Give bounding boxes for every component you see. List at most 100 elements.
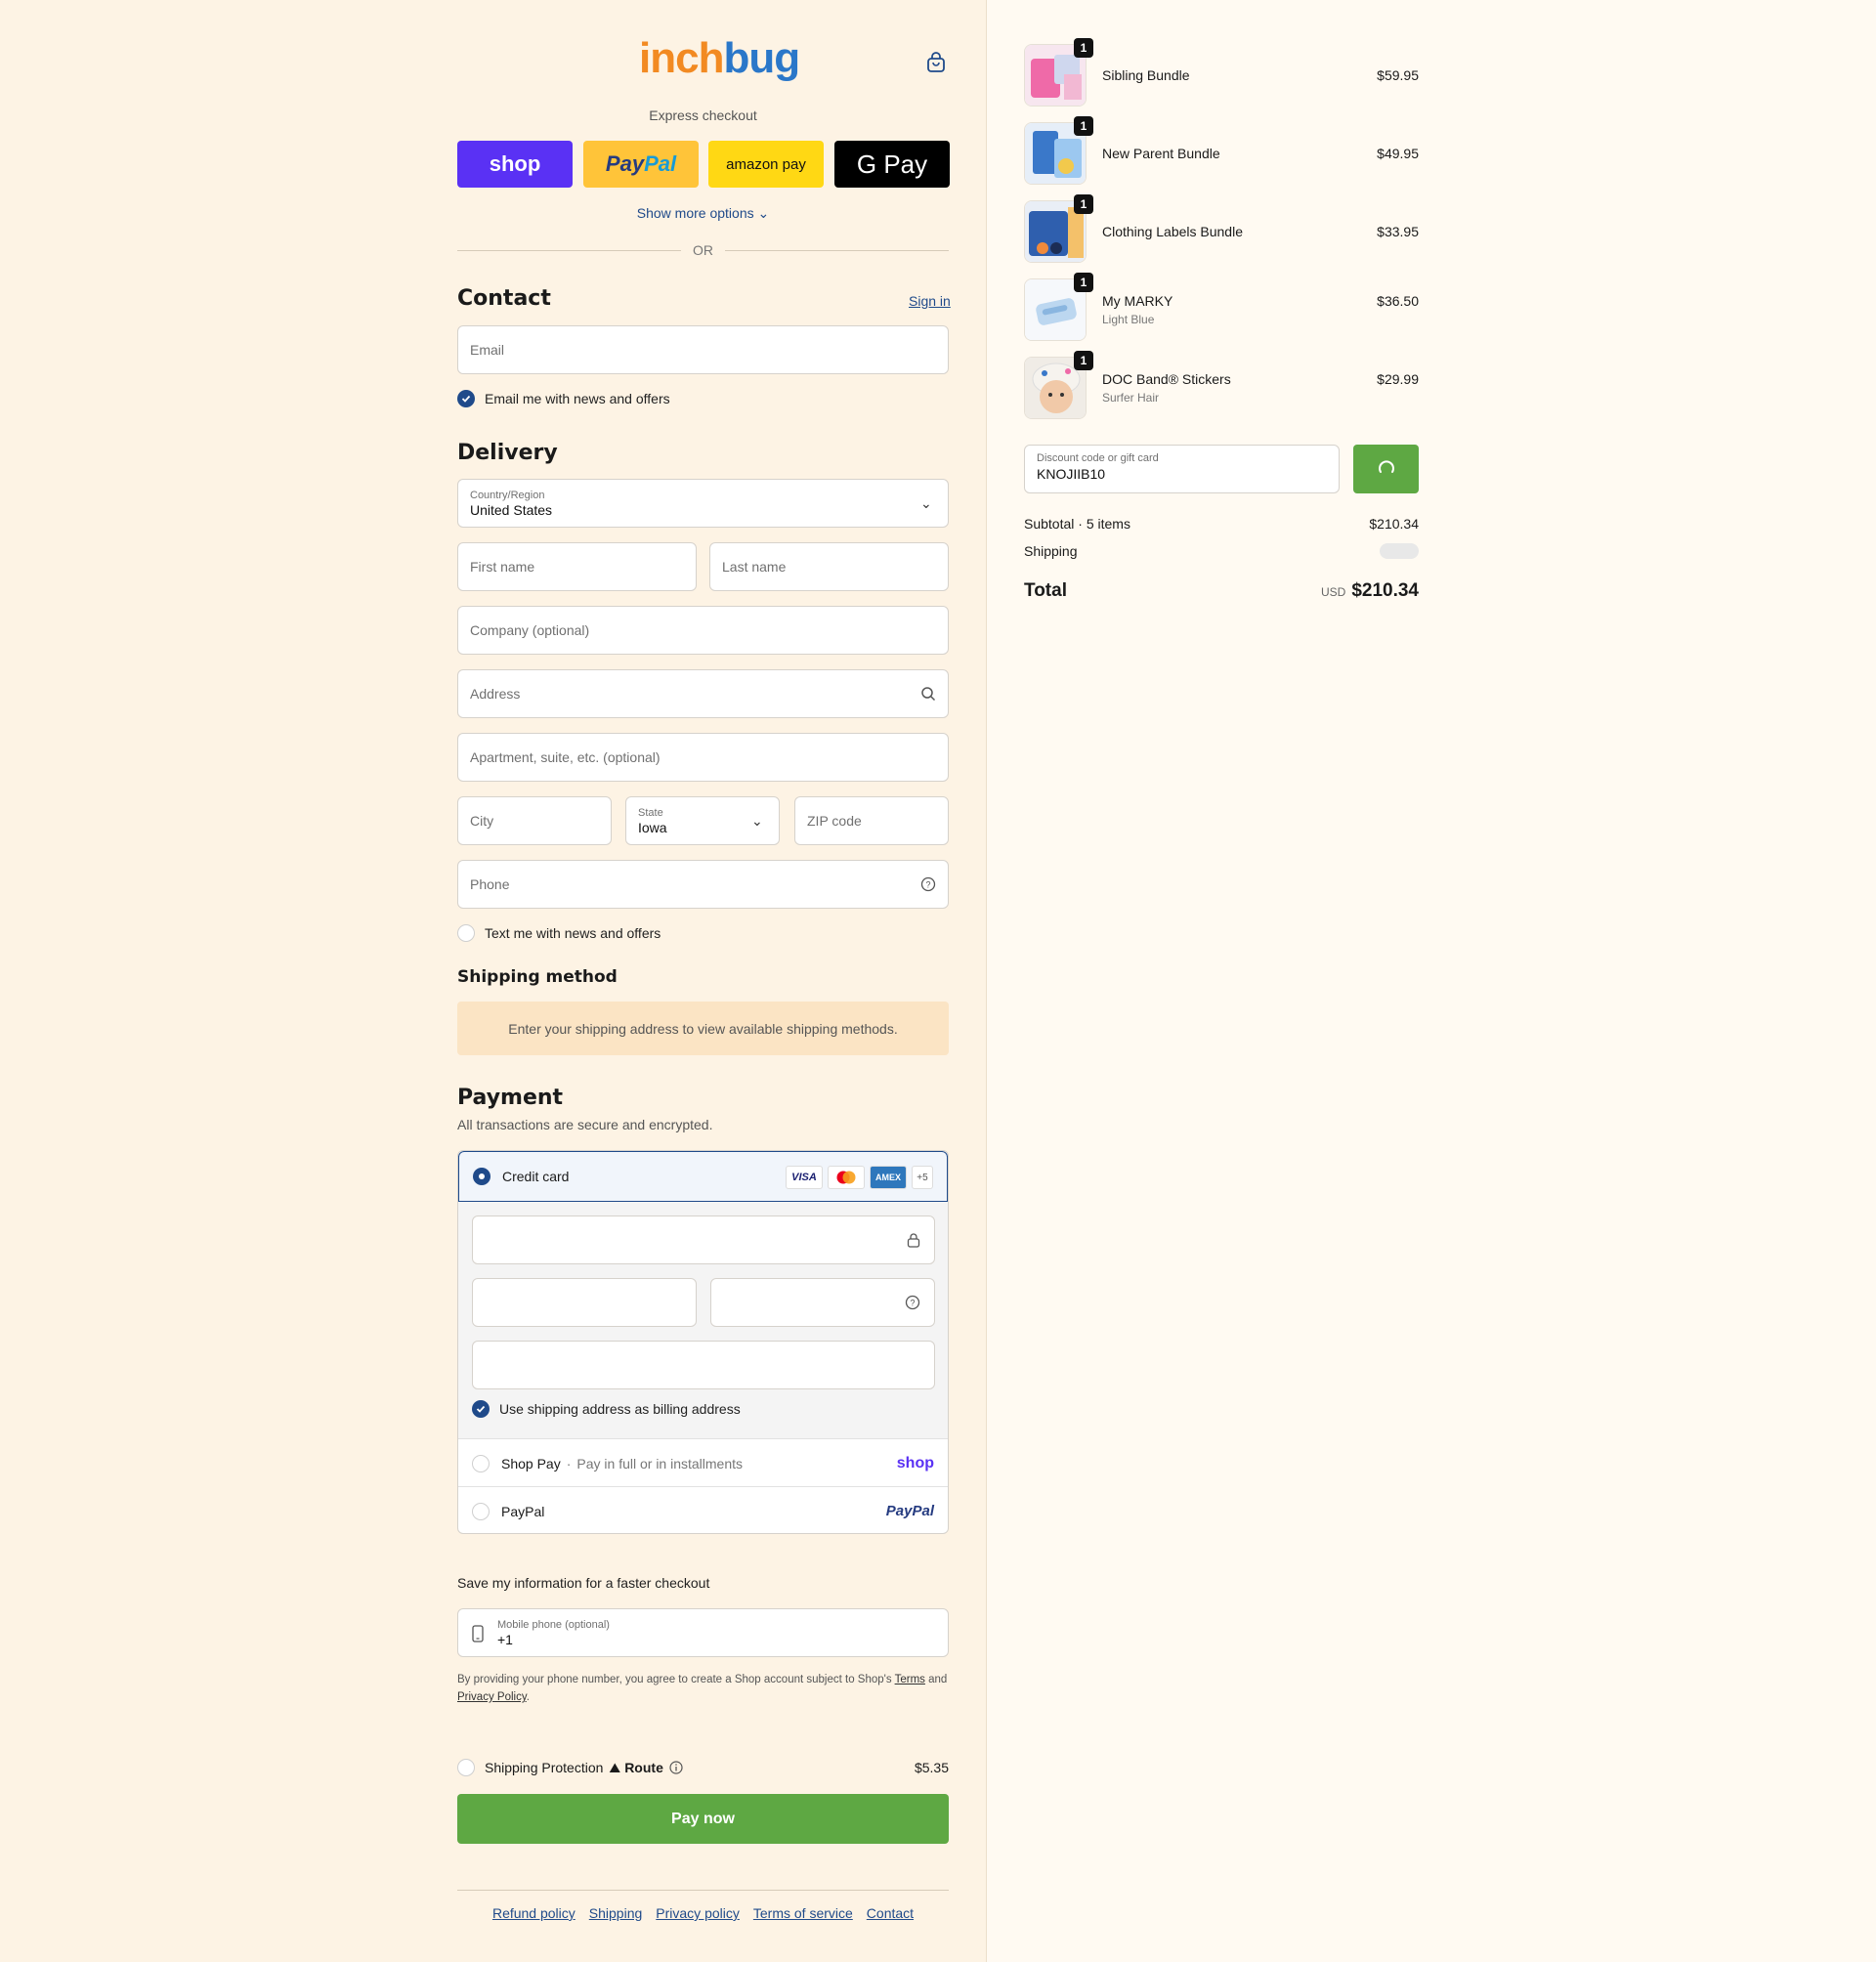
save-info-heading: Save my information for a faster checkou… (457, 1575, 710, 1591)
express-checkout-label: Express checkout (649, 107, 757, 123)
address-field[interactable]: Address (457, 669, 949, 718)
footer-divider (457, 1890, 949, 1891)
mobile-phone-field[interactable]: Mobile phone (optional) +1 (457, 1608, 949, 1657)
item-name: DOC Band® Stickers (1102, 371, 1231, 387)
shop-pay-option[interactable]: Shop Pay · Pay in full or in installments… (458, 1438, 948, 1487)
phone-field[interactable]: Phone ? (457, 860, 949, 909)
paypal-logo: PayPal (885, 1503, 934, 1519)
terms-link[interactable]: Terms (895, 1674, 925, 1685)
item-name: Clothing Labels Bundle (1102, 224, 1243, 239)
mastercard-icon (828, 1166, 865, 1189)
lock-icon (907, 1233, 920, 1248)
help-circle-icon[interactable]: ? (905, 1295, 920, 1310)
route-logo-icon: ⛰ (609, 1759, 621, 1775)
city-field[interactable]: City (457, 796, 612, 845)
card-number-field[interactable] (472, 1216, 935, 1264)
quantity-badge: 1 (1074, 38, 1093, 58)
billing-address-checkbox[interactable]: Use shipping address as billing address (472, 1400, 741, 1418)
subtotal-row: Subtotal · 5 items $210.34 (1024, 516, 1419, 532)
inchbug-logo[interactable]: inchbug (639, 37, 800, 80)
loading-spinner-icon (1378, 460, 1394, 473)
payment-methods: Credit card VISA AMEX +5 ? Use shipping … (457, 1150, 949, 1534)
item-price: $36.50 (1377, 293, 1419, 309)
email-news-checkbox[interactable]: Email me with news and offers (457, 390, 670, 407)
svg-text:?: ? (910, 1299, 915, 1308)
privacy-policy-link[interactable]: Privacy policy (656, 1905, 740, 1921)
item-price: $29.99 (1377, 371, 1419, 387)
item-price: $49.95 (1377, 146, 1419, 161)
chevron-down-icon: ⌄ (920, 495, 932, 511)
text-news-checkbox[interactable]: Text me with news and offers (457, 924, 661, 942)
refund-policy-link[interactable]: Refund policy (492, 1905, 576, 1921)
item-name: My MARKY (1102, 293, 1173, 309)
cart-item: 1 My MARKY Light Blue $36.50 (1024, 273, 1419, 341)
item-name: Sibling Bundle (1102, 67, 1190, 83)
shipping-link[interactable]: Shipping (589, 1905, 643, 1921)
name-on-card-field[interactable] (472, 1341, 935, 1389)
shop-pay-button[interactable]: shop (457, 141, 573, 188)
shop-terms-notice: By providing your phone number, you agre… (457, 1674, 948, 1703)
more-cards-badge: +5 (912, 1166, 933, 1189)
show-more-options-link[interactable]: Show more options ⌄ (457, 205, 949, 222)
terms-of-service-link[interactable]: Terms of service (753, 1905, 853, 1921)
google-pay-button[interactable]: G Pay (834, 141, 950, 188)
first-name-field[interactable]: First name (457, 542, 697, 591)
card-logos: VISA AMEX +5 (786, 1166, 933, 1189)
paypal-button[interactable]: Pay Pal (583, 141, 699, 188)
zip-field[interactable]: ZIP code (794, 796, 949, 845)
protection-price: $5.35 (914, 1760, 949, 1775)
apartment-field[interactable]: Apartment, suite, etc. (optional) (457, 733, 949, 782)
item-variant: Surfer Hair (1102, 391, 1160, 405)
cart-item: 1 Clothing Labels Bundle $33.95 (1024, 194, 1419, 263)
quantity-badge: 1 (1074, 273, 1093, 292)
mobile-phone-icon (472, 1625, 484, 1642)
privacy-policy-link[interactable]: Privacy Policy (457, 1691, 527, 1703)
item-price: $59.95 (1377, 67, 1419, 83)
shopping-bag-icon[interactable] (925, 52, 947, 73)
shipping-row: Shipping (1024, 543, 1419, 559)
payment-subtitle: All transactions are secure and encrypte… (457, 1117, 713, 1132)
last-name-field[interactable]: Last name (709, 542, 949, 591)
shop-logo: shop (896, 1454, 934, 1472)
info-icon[interactable] (669, 1761, 683, 1774)
credit-card-form: ? Use shipping address as billing addres… (458, 1202, 948, 1438)
chevron-down-icon: ⌄ (751, 813, 763, 829)
footer-links: Refund policy Shipping Privacy policy Te… (457, 1905, 949, 1921)
country-select[interactable]: Country/Region United States ⌄ (457, 479, 949, 528)
credit-card-option[interactable]: Credit card VISA AMEX +5 (458, 1151, 948, 1202)
apply-discount-button[interactable] (1353, 445, 1419, 493)
company-field[interactable]: Company (optional) (457, 606, 949, 655)
amex-icon: AMEX (870, 1166, 907, 1189)
help-circle-icon[interactable]: ? (920, 876, 936, 892)
paypal-option[interactable]: PayPal PayPal (458, 1486, 948, 1533)
sign-in-link[interactable]: Sign in (909, 293, 951, 309)
contact-link[interactable]: Contact (867, 1905, 914, 1921)
discount-code-field[interactable]: Discount code or gift card KNOJIIB10 (1024, 445, 1340, 493)
pay-now-button[interactable]: Pay now (457, 1794, 949, 1844)
expiration-field[interactable] (472, 1278, 697, 1327)
svg-text:?: ? (925, 880, 930, 890)
security-code-field[interactable]: ? (710, 1278, 935, 1327)
radio-selected-icon (473, 1168, 490, 1185)
quantity-badge: 1 (1074, 194, 1093, 214)
visa-icon: VISA (786, 1166, 823, 1189)
shipping-method-message: Enter your shipping address to view avai… (457, 1002, 949, 1055)
amazon-pay-button[interactable]: amazon pay (708, 141, 824, 188)
cart-item: 1 New Parent Bundle $49.95 (1024, 116, 1419, 185)
total-row: Total USD $210.34 (1024, 580, 1419, 601)
cart-item: 1 Sibling Bundle $59.95 (1024, 38, 1419, 107)
checkmark-icon (457, 390, 475, 407)
quantity-badge: 1 (1074, 116, 1093, 136)
or-divider: OR (457, 242, 949, 258)
item-name: New Parent Bundle (1102, 146, 1220, 161)
contact-heading: Contact (457, 286, 551, 311)
state-select[interactable]: State Iowa ⌄ (625, 796, 780, 845)
shipping-protection-row[interactable]: Shipping Protection ⛰ Route $5.35 (457, 1759, 949, 1776)
quantity-badge: 1 (1074, 351, 1093, 370)
checkmark-icon (472, 1400, 490, 1418)
delivery-heading: Delivery (457, 441, 558, 465)
payment-heading: Payment (457, 1086, 564, 1110)
search-icon (921, 687, 936, 702)
email-field[interactable]: Email (457, 325, 949, 374)
chevron-down-icon: ⌄ (757, 205, 770, 221)
